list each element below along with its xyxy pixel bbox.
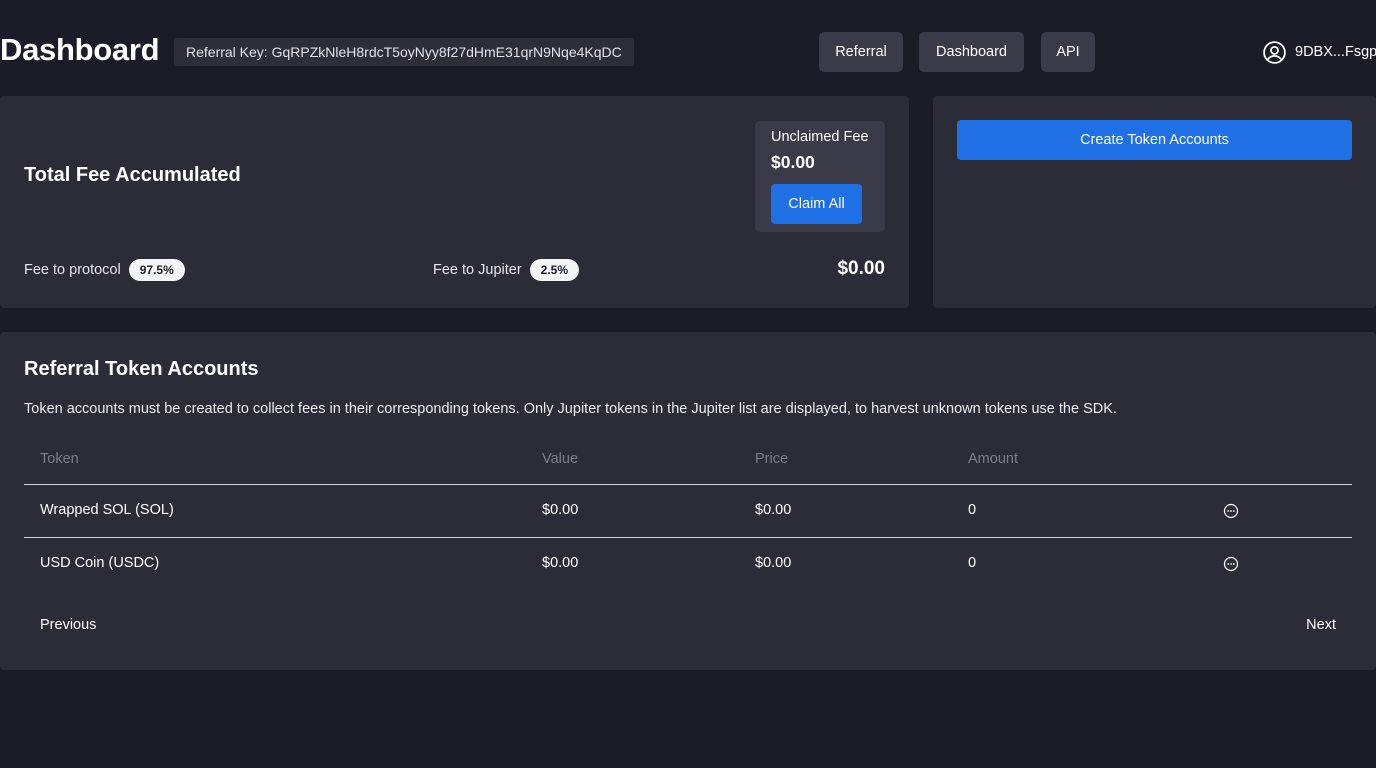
section-title: Referral Token Accounts — [24, 358, 259, 380]
table-divider — [24, 484, 1352, 485]
user-circle-icon — [1263, 40, 1286, 64]
fee-jupiter-label: Fee to Jupiter — [433, 262, 522, 278]
top-header: Dashboard Referral Key: GqRPZkNleH8rdcT5… — [0, 0, 1376, 96]
nav-dashboard-button[interactable]: Dashboard — [919, 32, 1024, 72]
more-options-icon[interactable] — [1223, 556, 1239, 572]
pagination-next-button[interactable]: Next — [1306, 617, 1336, 633]
unclaimed-fee-box: Unclaimed Fee $0.00 Claim All — [755, 121, 885, 232]
row-value: $0.00 — [542, 555, 579, 571]
row-value: $0.00 — [542, 502, 579, 518]
pagination-previous-button[interactable]: Previous — [40, 617, 96, 633]
row-price: $0.00 — [755, 555, 792, 571]
create-token-accounts-button[interactable]: Create Token Accounts — [957, 120, 1352, 160]
referral-token-accounts-card — [0, 332, 1376, 670]
unclaimed-fee-value: $0.00 — [771, 152, 815, 172]
column-header-value: Value — [542, 451, 579, 467]
claim-all-button[interactable]: Claim All — [771, 184, 862, 224]
row-price: $0.00 — [755, 502, 792, 518]
table-divider — [24, 537, 1352, 538]
referral-key-label: Referral Key: — [186, 44, 268, 60]
referral-key-badge[interactable]: Referral Key: GqRPZkNleH8rdcT5oyNyy8f27d… — [174, 38, 634, 66]
row-amount: 0 — [968, 502, 977, 518]
column-header-price: Price — [755, 451, 789, 467]
fee-to-protocol: Fee to protocol 97.5% — [24, 259, 185, 281]
fee-jupiter-badge: 2.5% — [529, 259, 580, 281]
fee-protocol-badge: 97.5% — [128, 259, 185, 281]
row-token-name: USD Coin (USDC) — [40, 555, 160, 571]
fee-card-title: Total Fee Accumulated — [24, 164, 241, 186]
fee-to-jupiter: Fee to Jupiter 2.5% — [433, 259, 580, 281]
more-options-icon[interactable] — [1223, 503, 1239, 519]
nav-referral-button[interactable]: Referral — [819, 32, 903, 72]
column-header-amount: Amount — [968, 451, 1018, 467]
total-fee-value: $0.00 — [837, 258, 885, 279]
row-token-name: Wrapped SOL (SOL) — [40, 502, 174, 518]
nav-api-button[interactable]: API — [1041, 32, 1095, 72]
section-description: Token accounts must be created to collec… — [24, 401, 1117, 417]
wallet-address: 9DBX...Fsgp — [1295, 44, 1376, 60]
page-title: Dashboard — [0, 32, 160, 67]
column-header-token: Token — [40, 451, 79, 467]
wallet-button[interactable]: 9DBX...Fsgp — [1262, 39, 1376, 65]
row-amount: 0 — [968, 555, 977, 571]
unclaimed-fee-label: Unclaimed Fee — [771, 129, 869, 145]
referral-key-value: GqRPZkNleH8rdcT5oyNyy8f27dHmE31qrN9Nqe4K… — [271, 44, 622, 60]
fee-protocol-label: Fee to protocol — [24, 262, 121, 278]
